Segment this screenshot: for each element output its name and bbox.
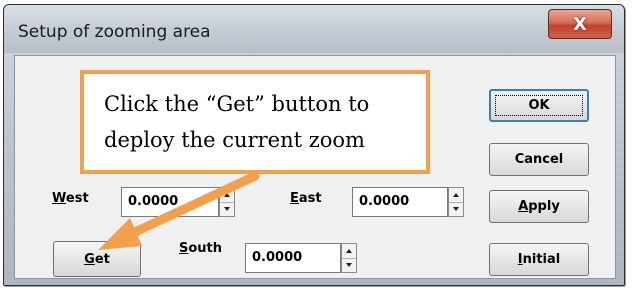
callout-line-1: Click the “Get” button to — [104, 92, 370, 116]
callout-line-2: deploy the current zoom — [104, 128, 365, 152]
annotation-callout: Click the “Get” button to deploy the cur… — [80, 70, 430, 174]
